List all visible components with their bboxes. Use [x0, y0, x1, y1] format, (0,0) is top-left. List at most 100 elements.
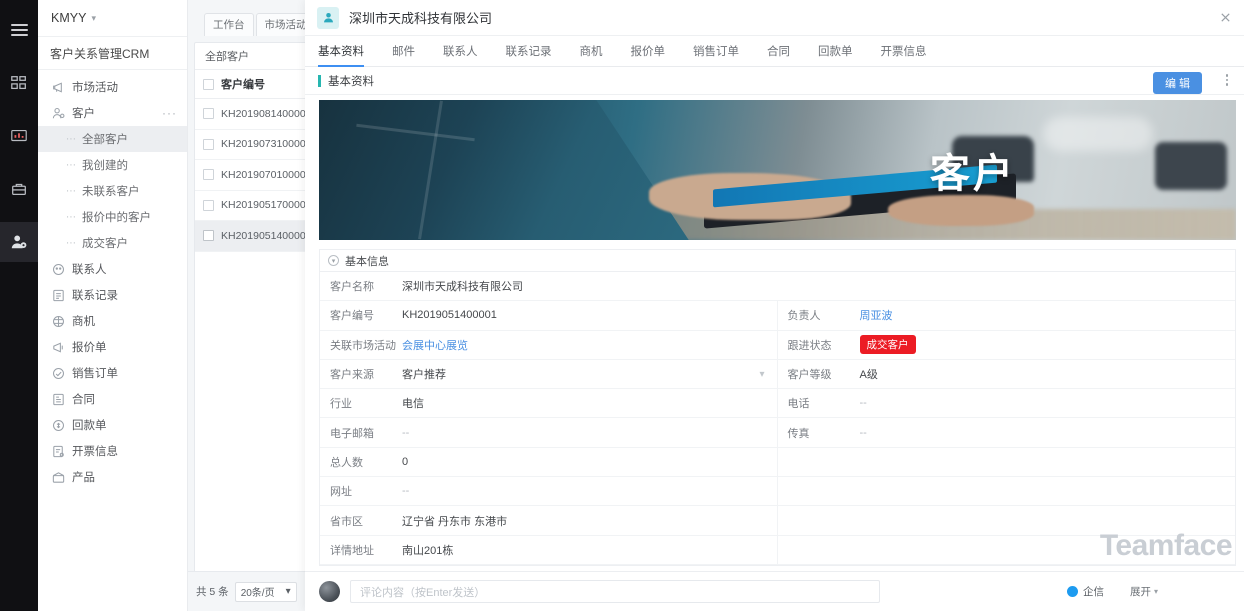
- customer-code: KH2019051700001: [221, 199, 312, 212]
- workspace-tabs: 工作台 市场活动: [188, 0, 318, 36]
- banner-overlay-text: 客户: [929, 152, 1016, 196]
- list-filter-label[interactable]: 全部客户: [195, 43, 311, 69]
- sidebar-item-quoting[interactable]: ⋯ 报价中的客户: [38, 204, 187, 230]
- customer-code: KH2019081400001: [221, 107, 312, 120]
- table-row[interactable]: KH2019051700001: [195, 191, 312, 221]
- page-size-select[interactable]: 20条/页 ▾: [234, 581, 297, 602]
- field-value: 电信: [402, 398, 424, 411]
- row-checkbox[interactable]: [203, 169, 214, 181]
- sidebar-item-contract[interactable]: 合同: [38, 386, 187, 412]
- grid-icon[interactable]: [0, 63, 38, 103]
- tab-opportunity[interactable]: 商机: [580, 36, 603, 67]
- tab-quote[interactable]: 报价单: [631, 36, 666, 67]
- sidebar-item-contact-records[interactable]: 联系记录: [38, 282, 187, 308]
- table-row[interactable]: KH2019081400001: [195, 99, 312, 130]
- basic-info-form: 客户名称 深圳市天成科技有限公司 客户编号 KH2019051400001 负责…: [319, 271, 1236, 566]
- modal-header: 深圳市天成科技有限公司: [305, 0, 1244, 36]
- tab-contacts[interactable]: 联系人: [443, 36, 478, 67]
- sidebar-item-invoice[interactable]: 开票信息: [38, 438, 187, 464]
- close-icon[interactable]: [1219, 11, 1232, 24]
- list-pager: 共 5 条 20条/页 ▾: [188, 571, 319, 611]
- table-row[interactable]: KH2019051400001: [195, 221, 312, 252]
- field-customer-source[interactable]: 客户来源 客户推荐 ▾: [320, 359, 778, 390]
- invoice-icon: [53, 445, 64, 457]
- tab-contract[interactable]: 合同: [767, 36, 790, 67]
- section-accent-bar: [318, 74, 321, 87]
- customer-detail-modal: 深圳市天成科技有限公司 基本资料 邮件 联系人 联系记录 商机 报价单 销售订单…: [305, 0, 1244, 611]
- comment-bar: 评论内容（按Enter发送） 企信 展开 ▾: [305, 571, 1244, 611]
- table-row[interactable]: KH2019073100001: [195, 130, 312, 160]
- banner-blur-shape: [1043, 116, 1154, 151]
- table-row[interactable]: KH2019070100001: [195, 160, 312, 191]
- chart-icon[interactable]: [0, 116, 38, 156]
- tab-payment[interactable]: 回款单: [818, 36, 853, 67]
- field-value-link[interactable]: 周亚波: [860, 307, 893, 323]
- sidebar-item-market-activity[interactable]: 市场活动: [38, 74, 187, 100]
- field-value: --: [859, 397, 867, 410]
- sidebar-sub-label: 成交客户: [82, 238, 128, 250]
- tree-dash-icon: ⋯: [66, 237, 76, 249]
- field-value: KH2019051400001: [402, 309, 497, 322]
- field-label: 客户名称: [330, 281, 374, 294]
- chevron-down-icon[interactable]: ▾: [759, 369, 764, 380]
- field-value: 客户推荐: [402, 369, 446, 382]
- expand-button[interactable]: 展开 ▾: [1130, 584, 1158, 599]
- sidebar-item-opportunity[interactable]: 商机: [38, 308, 187, 334]
- tab-workbench[interactable]: 工作台: [204, 13, 254, 36]
- field-value: 南山201栋: [402, 544, 454, 557]
- workspace-switcher[interactable]: KMYY ▾: [38, 0, 187, 36]
- qixin-badge[interactable]: 企信: [1067, 584, 1104, 599]
- row-checkbox[interactable]: [203, 199, 214, 211]
- user-settings-icon[interactable]: [0, 222, 38, 262]
- page-title: 基本资料: [328, 75, 374, 88]
- menu-icon[interactable]: [0, 10, 38, 50]
- tab-sales-order[interactable]: 销售订单: [693, 36, 739, 67]
- nav-module-title: 客户关系管理CRM: [38, 36, 187, 70]
- sidebar-item-customer[interactable]: 客户 ···: [38, 100, 187, 126]
- sidebar-item-label: 开票信息: [72, 446, 118, 458]
- sidebar-item-payment[interactable]: 回款单: [38, 412, 187, 438]
- field-value: --: [402, 426, 410, 439]
- row-checkbox[interactable]: [203, 108, 214, 120]
- field-email: 电子邮箱 --: [320, 418, 778, 448]
- sidebar-item-closed-customers[interactable]: ⋯ 成交客户: [38, 230, 187, 256]
- row-checkbox[interactable]: [203, 138, 214, 150]
- customer-banner: 客户: [319, 100, 1236, 240]
- tab-basic-info[interactable]: 基本资料: [318, 36, 364, 67]
- edit-button[interactable]: 编 辑: [1152, 72, 1202, 94]
- sidebar-item-all-customers[interactable]: ⋯ 全部客户: [38, 126, 187, 152]
- sidebar-item-product[interactable]: 产品: [38, 464, 187, 490]
- tab-invoice-info[interactable]: 开票信息: [881, 36, 927, 67]
- chevron-down-icon: ▾: [285, 586, 291, 597]
- field-follow-status: 跟进状态 成交客户: [777, 331, 1235, 360]
- sidebar-item-quote[interactable]: 报价单: [38, 334, 187, 360]
- field-label: 客户来源: [330, 369, 374, 382]
- comment-input[interactable]: 评论内容（按Enter发送）: [350, 580, 880, 603]
- chevron-circle-icon: ▾: [328, 255, 339, 266]
- field-fax: 传真 --: [777, 418, 1235, 448]
- more-options-icon[interactable]: ···: [162, 106, 177, 120]
- payment-icon: [53, 419, 64, 431]
- field-total-people: 总人数 0: [320, 447, 778, 478]
- sidebar-item-contacts[interactable]: 联系人: [38, 256, 187, 282]
- tab-email[interactable]: 邮件: [392, 36, 415, 67]
- sidebar-item-uncontacted[interactable]: ⋯ 未联系客户: [38, 178, 187, 204]
- sidebar-item-sales-order[interactable]: 销售订单: [38, 360, 187, 386]
- tab-contact-records[interactable]: 联系记录: [506, 36, 552, 67]
- field-value: A级: [859, 369, 878, 382]
- row-checkbox[interactable]: [203, 230, 214, 242]
- select-all-checkbox[interactable]: [203, 78, 214, 90]
- field-phone: 电话 --: [777, 389, 1235, 419]
- modal-tabs: 基本资料 邮件 联系人 联系记录 商机 报价单 销售订单 合同 回款单 开票信息: [305, 36, 1244, 67]
- briefcase-icon[interactable]: [0, 169, 38, 209]
- field-value-link[interactable]: 会展中心展览: [402, 337, 468, 353]
- field-value: 0: [402, 455, 409, 468]
- icon-rail: [0, 0, 38, 611]
- sidebar-item-label: 报价单: [72, 342, 107, 354]
- field-value: 辽宁省 丹东市 东港市: [402, 515, 508, 528]
- section-toolbar: 基本资料 编 辑: [305, 67, 1244, 95]
- basic-info-section-header[interactable]: ▾ 基本信息: [319, 249, 1236, 271]
- banner-chair-shape-2: [1154, 142, 1227, 190]
- more-vertical-icon[interactable]: [1225, 74, 1228, 86]
- sidebar-item-my-created[interactable]: ⋯ 我创建的: [38, 152, 187, 178]
